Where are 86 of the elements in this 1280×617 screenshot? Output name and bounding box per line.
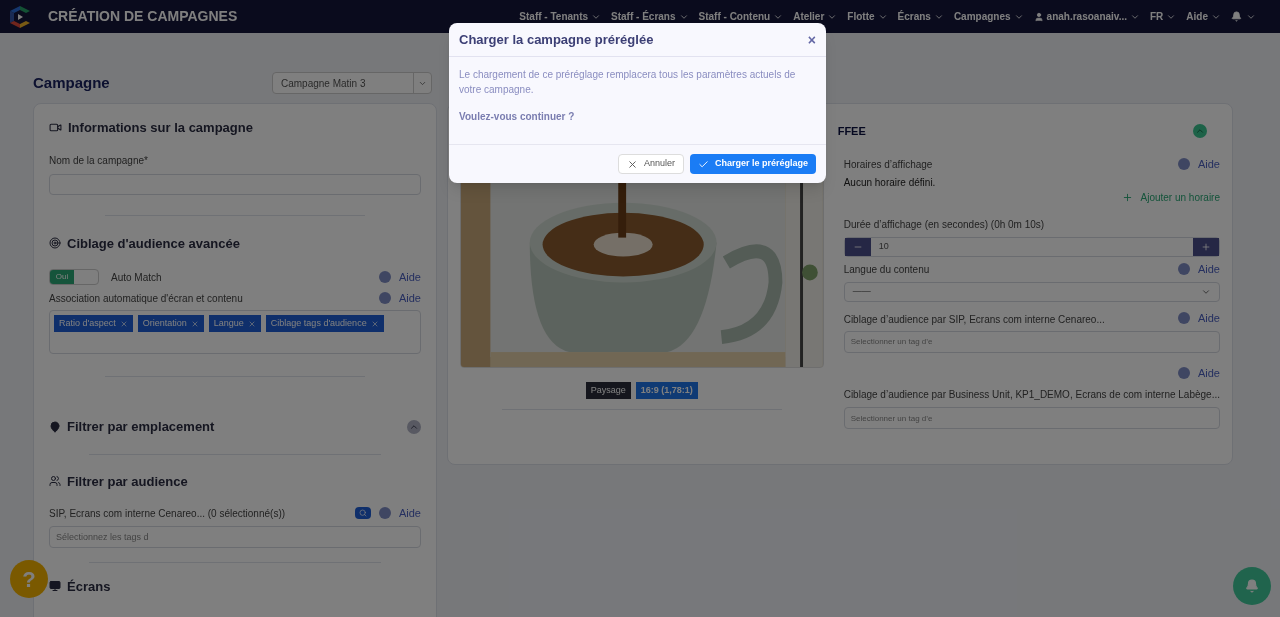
field-label: Association automatique d'écran et contenu [49,292,243,306]
help-icon [1177,312,1190,325]
field-label: Ciblage d’audience par Business Unit, KP1_DEMO, Ecrans de com interne Labège... [843,388,1220,402]
help-icon [1177,262,1190,275]
increment-button[interactable] [1193,237,1219,256]
orientation-badge: Paysage [585,382,631,399]
field-label: SIP, Ecrans com interne Cenareo... (0 sélectionné(s)) [49,506,286,521]
help-icon [1177,158,1190,171]
user-icon [1033,11,1044,22]
bell-icon [1245,579,1259,593]
notification-button[interactable] [1233,567,1271,605]
field-label: Langue du contenu [843,263,930,277]
target-icon [49,237,61,250]
help-link[interactable]: Aide [398,289,421,306]
help-icon [378,271,391,284]
nav-menu[interactable]: Staff - Écrans [611,9,689,24]
chevron-up-icon [1195,126,1205,136]
section-title: Informations sur la campagne [68,119,253,137]
field-label: Ciblage d’audience par SIP, Ecrans com interne Cenareo... [843,312,1105,327]
toggle-switch[interactable]: Oui [49,269,99,286]
monitor-icon [49,580,61,593]
add-schedule-link[interactable]: Ajouter un horaire [1121,189,1220,205]
nav-menu[interactable]: Staff - Contenu [698,9,784,24]
help-link[interactable]: Aide [1197,156,1220,173]
close-icon [626,158,638,170]
dialog-question: Voulez-vous continuer ? [459,110,576,124]
help-link[interactable]: Aide [1197,310,1220,327]
preset-select[interactable]: Campagne Matin 3 [272,72,432,94]
decrement-button[interactable] [844,237,871,256]
nav-menu[interactable]: Flotte [847,9,888,24]
collapse-button[interactable] [407,419,421,434]
help-link[interactable]: Aide [398,269,421,286]
dialog-message: Le chargement de ce préréglage remplacera tous les paramètres actuels de votre campagne. [459,68,797,97]
tag-chip[interactable]: Ratio d'aspect [54,315,133,332]
field-label: Durée d’affichage (en secondes) (0h 0m 10s) [843,217,1046,232]
toggle-label: Auto Match [111,270,162,285]
dialog-title: Charger la campagne préréglée [459,30,654,49]
logo-icon [8,4,32,29]
confirm-button[interactable]: Charger le préréglage [689,154,816,174]
tag-chip[interactable]: Langue [208,315,261,332]
plus-icon [1201,241,1211,252]
help-icon [1177,366,1190,379]
tag-chip[interactable]: Ciblage tags d'audience [265,315,384,332]
remove-icon [119,319,128,328]
tag-chip[interactable]: Orientation [137,315,204,332]
cancel-button[interactable]: Annuler [617,154,684,174]
collapse-button[interactable] [1193,124,1207,138]
ratio-badge: 16:9 (1,78:1) [635,382,698,399]
field-label: Horaires d’affichage [843,157,933,172]
nav-menu[interactable]: Staff - Tenants [519,9,602,24]
user-menu[interactable]: anah.rasoanaiv... [1033,9,1140,24]
remove-icon [370,319,379,328]
search-button[interactable] [354,507,371,520]
remove-icon [247,319,256,328]
campaign-heading: Campagne [33,72,110,93]
bell-icon [1231,11,1242,22]
empty-schedule-text: Aucun horaire défini. [843,175,937,190]
help-link[interactable]: Aide [398,505,421,522]
remove-icon [190,319,199,328]
duration-stepper[interactable]: 10 [843,236,1220,257]
section-title: Écrans [67,577,111,596]
nav-menu[interactable]: FR [1150,9,1177,24]
nav-menu[interactable]: Écrans [897,9,944,24]
help-link[interactable]: Aide [1197,260,1220,277]
help-icon [378,291,391,304]
field-label: Nom de la campagne* [49,153,149,168]
notifications-menu[interactable] [1231,11,1256,22]
nav-menu[interactable]: Aide [1186,9,1221,24]
plus-icon [1121,191,1133,203]
section-title: Ciblage d'audience avancée [67,234,240,253]
help-link[interactable]: Aide [1197,364,1220,381]
close-button[interactable]: × [807,32,816,47]
nav-menu[interactable]: Atelier [793,9,838,24]
language-select[interactable]: —— [843,282,1220,302]
search-icon [358,509,367,518]
nav-menu[interactable]: Campagnes [953,9,1024,24]
check-icon [697,158,709,170]
pin-icon [49,420,61,433]
help-icon [378,507,391,520]
audience-icon [49,475,61,488]
section-title: Filtrer par emplacement [67,418,215,436]
content-title: FFEE [837,123,866,139]
section-title: Filtrer par audience [67,472,188,491]
tags-field[interactable]: Ratio d'aspect Orientation Langue Ciblage tags d'audience [49,310,421,354]
page-title: CRÉATION DE CAMPAGNES [48,7,238,26]
chevron-down-icon [1201,287,1211,297]
